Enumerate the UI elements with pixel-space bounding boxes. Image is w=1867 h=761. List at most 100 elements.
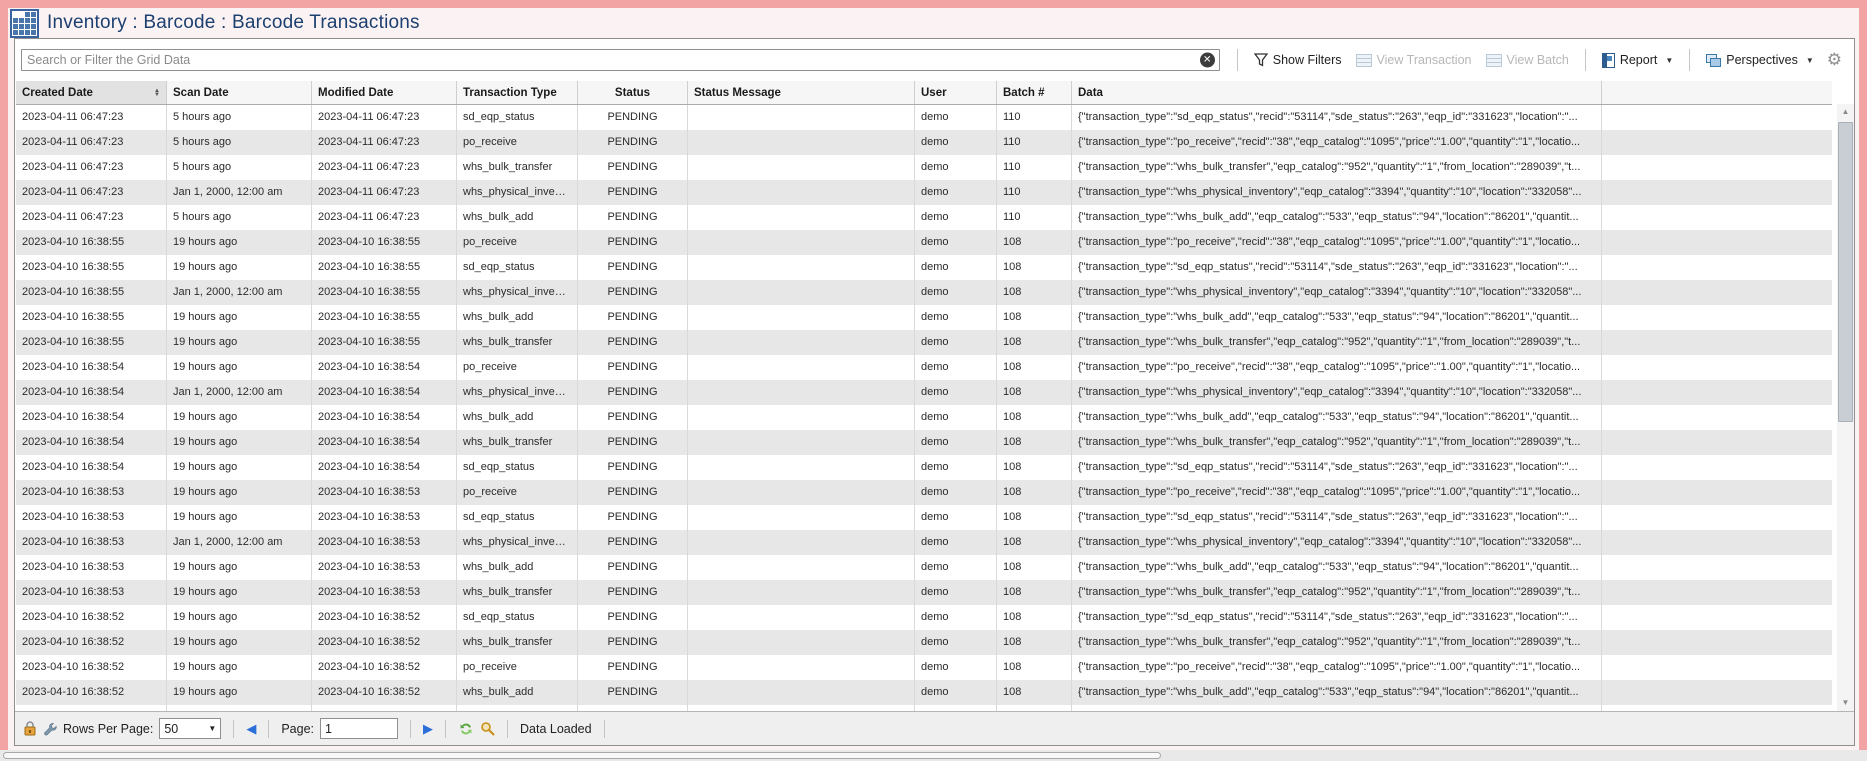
cell-transaction-type: sd_eqp_status <box>457 505 578 530</box>
table-row[interactable]: 2023-04-11 06:47:235 hours ago2023-04-11… <box>16 105 1832 130</box>
cell-data: {"transaction_type":"whs_bulk_add","eqp_… <box>1072 205 1602 230</box>
table-row[interactable]: 2023-04-10 16:38:5319 hours ago2023-04-1… <box>16 505 1832 530</box>
table-row[interactable]: 2023-04-10 16:38:5219 hours ago2023-04-1… <box>16 605 1832 630</box>
statusbar-separator <box>268 720 269 738</box>
table-row[interactable]: 2023-04-10 16:38:5319 hours ago2023-04-1… <box>16 555 1832 580</box>
column-header-scan-date[interactable]: Scan Date <box>167 81 312 104</box>
cell-created-date: 2023-04-10 16:38:55 <box>16 330 167 355</box>
cell-modified-date: 2023-04-10 16:38:52 <box>312 705 457 711</box>
cell-data: {"transaction_type":"whs_physical_invent… <box>1072 530 1602 555</box>
table-row[interactable]: 2023-04-11 06:47:23Jan 1, 2000, 12:00 am… <box>16 180 1832 205</box>
rows-per-page-select[interactable]: 50 ▼ <box>159 718 221 739</box>
table-row[interactable]: 2023-04-10 16:38:5419 hours ago2023-04-1… <box>16 455 1832 480</box>
table-row[interactable]: 2023-04-10 16:38:52Jan 1, 2000, 12:00 am… <box>16 705 1832 711</box>
cell-created-date: 2023-04-10 16:38:55 <box>16 280 167 305</box>
table-row[interactable]: 2023-04-10 16:38:5219 hours ago2023-04-1… <box>16 680 1832 705</box>
prev-page-arrow[interactable]: ◀ <box>246 722 256 735</box>
scroll-up-icon[interactable]: ▲ <box>1837 104 1854 120</box>
column-header-data[interactable]: Data <box>1072 81 1602 104</box>
cell-filler <box>1602 405 1832 430</box>
horizontal-scrollbar-thumb[interactable] <box>3 752 1161 759</box>
cell-modified-date: 2023-04-10 16:38:55 <box>312 280 457 305</box>
wrench-icon[interactable] <box>43 722 57 736</box>
table-row[interactable]: 2023-04-10 16:38:5419 hours ago2023-04-1… <box>16 355 1832 380</box>
cell-batch: 108 <box>997 380 1072 405</box>
cell-status: PENDING <box>578 430 688 455</box>
report-button[interactable]: Report ▼ <box>1602 53 1673 68</box>
cell-scan-date: 19 hours ago <box>167 330 312 355</box>
cell-filler <box>1602 130 1832 155</box>
table-row[interactable]: 2023-04-10 16:38:53Jan 1, 2000, 12:00 am… <box>16 530 1832 555</box>
perspectives-button[interactable]: Perspectives ▼ <box>1706 53 1813 67</box>
table-body: 2023-04-11 06:47:235 hours ago2023-04-11… <box>16 105 1832 711</box>
column-header-status-message[interactable]: Status Message <box>688 81 915 104</box>
search-input[interactable] <box>21 49 1220 71</box>
cell-batch: 108 <box>997 530 1072 555</box>
cell-data: {"transaction_type":"whs_bulk_transfer",… <box>1072 630 1602 655</box>
cell-data: {"transaction_type":"whs_physical_invent… <box>1072 380 1602 405</box>
table-row[interactable]: 2023-04-10 16:38:5219 hours ago2023-04-1… <box>16 655 1832 680</box>
cell-transaction-type: whs_bulk_add <box>457 405 578 430</box>
cell-filler <box>1602 505 1832 530</box>
table-row[interactable]: 2023-04-10 16:38:5519 hours ago2023-04-1… <box>16 330 1832 355</box>
table-row[interactable]: 2023-04-10 16:38:5519 hours ago2023-04-1… <box>16 305 1832 330</box>
horizontal-scrollbar[interactable] <box>0 750 1867 761</box>
table-row[interactable]: 2023-04-10 16:38:5319 hours ago2023-04-1… <box>16 480 1832 505</box>
view-transaction-icon <box>1356 54 1372 67</box>
column-header-user[interactable]: User <box>915 81 997 104</box>
table-row[interactable]: 2023-04-10 16:38:55Jan 1, 2000, 12:00 am… <box>16 280 1832 305</box>
cell-data: {"transaction_type":"whs_bulk_transfer",… <box>1072 330 1602 355</box>
column-header-status[interactable]: Status <box>578 81 688 104</box>
column-header-batch[interactable]: Batch # <box>997 81 1072 104</box>
column-header-transaction-type[interactable]: Transaction Type <box>457 81 578 104</box>
cell-user: demo <box>915 380 997 405</box>
refresh-icon[interactable] <box>458 721 474 737</box>
column-header-created-date[interactable]: Created Date ▲▼ <box>16 81 167 104</box>
cell-status-message <box>688 580 915 605</box>
magnifier-icon[interactable] <box>480 721 495 736</box>
cell-status: PENDING <box>578 155 688 180</box>
table-area: Created Date ▲▼ Scan Date Modified Date … <box>15 81 1854 711</box>
cell-filler <box>1602 480 1832 505</box>
report-label: Report <box>1620 53 1658 67</box>
table-row[interactable]: 2023-04-10 16:38:5319 hours ago2023-04-1… <box>16 580 1832 605</box>
cell-status: PENDING <box>578 530 688 555</box>
column-header-label: Status <box>615 82 650 104</box>
cell-scan-date: 19 hours ago <box>167 605 312 630</box>
table-row[interactable]: 2023-04-11 06:47:235 hours ago2023-04-11… <box>16 205 1832 230</box>
table-row[interactable]: 2023-04-11 06:47:235 hours ago2023-04-11… <box>16 130 1832 155</box>
scroll-down-icon[interactable]: ▼ <box>1837 695 1854 711</box>
cell-filler <box>1602 255 1832 280</box>
vertical-scrollbar[interactable]: ▲ ▼ <box>1837 104 1854 711</box>
show-filters-button[interactable]: Show Filters <box>1254 53 1342 67</box>
table-row[interactable]: 2023-04-10 16:38:54Jan 1, 2000, 12:00 am… <box>16 380 1832 405</box>
table-row[interactable]: 2023-04-11 06:47:235 hours ago2023-04-11… <box>16 155 1832 180</box>
next-page-arrow[interactable]: ▶ <box>423 722 433 735</box>
column-header-modified-date[interactable]: Modified Date <box>312 81 457 104</box>
table-row[interactable]: 2023-04-10 16:38:5219 hours ago2023-04-1… <box>16 630 1832 655</box>
clear-search-icon[interactable]: ✕ <box>1200 53 1215 68</box>
table-row[interactable]: 2023-04-10 16:38:5519 hours ago2023-04-1… <box>16 230 1832 255</box>
settings-gear-icon[interactable]: ⚙ <box>1827 50 1842 70</box>
table-row[interactable]: 2023-04-10 16:38:5419 hours ago2023-04-1… <box>16 430 1832 455</box>
cell-batch: 108 <box>997 630 1072 655</box>
table-row[interactable]: 2023-04-10 16:38:5519 hours ago2023-04-1… <box>16 255 1832 280</box>
view-batch-button[interactable]: View Batch <box>1486 53 1569 67</box>
cell-scan-date: 19 hours ago <box>167 505 312 530</box>
lock-icon[interactable] <box>23 721 37 736</box>
scrollbar-thumb[interactable] <box>1838 122 1853 422</box>
toolbar: ✕ Show Filters View Transaction View Bat… <box>15 39 1854 81</box>
page-input[interactable] <box>320 718 398 739</box>
cell-batch: 110 <box>997 105 1072 130</box>
column-header-label: Modified Date <box>318 82 393 104</box>
cell-scan-date: 19 hours ago <box>167 680 312 705</box>
content-frame: Inventory : Barcode : Barcode Transactio… <box>8 8 1859 750</box>
view-transaction-button[interactable]: View Transaction <box>1356 53 1472 67</box>
cell-user: demo <box>915 555 997 580</box>
cell-created-date: 2023-04-11 06:47:23 <box>16 105 167 130</box>
cell-status: PENDING <box>578 405 688 430</box>
cell-data: {"transaction_type":"po_receive","recid"… <box>1072 480 1602 505</box>
rows-per-page-label: Rows Per Page: <box>63 722 153 736</box>
table-row[interactable]: 2023-04-10 16:38:5419 hours ago2023-04-1… <box>16 405 1832 430</box>
cell-modified-date: 2023-04-11 06:47:23 <box>312 105 457 130</box>
